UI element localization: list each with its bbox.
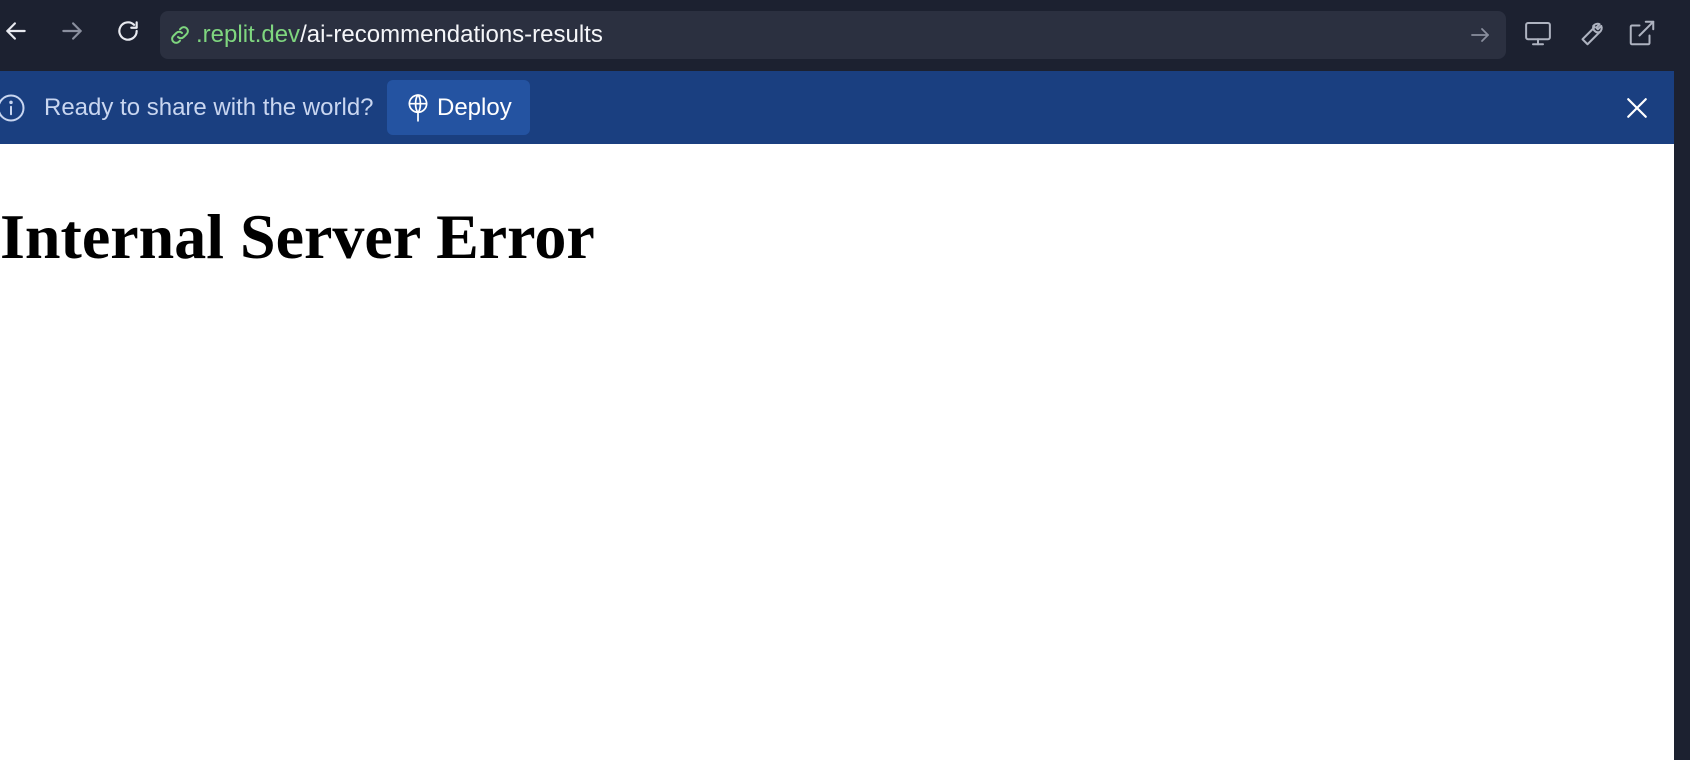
info-icon	[0, 94, 25, 122]
browser-toolbar: .replit.dev/ai-recommendations-results	[0, 0, 1690, 71]
devtools-button[interactable]	[1573, 16, 1607, 50]
deploy-icon	[408, 94, 428, 122]
monitor-icon	[1525, 22, 1551, 46]
deploy-button[interactable]: Deploy	[387, 80, 530, 135]
external-link-icon	[1629, 20, 1655, 46]
devices-button[interactable]	[1521, 16, 1555, 50]
banner-message: Ready to share with the world?	[44, 94, 374, 121]
forward-button[interactable]	[54, 13, 90, 49]
arrow-right-icon	[62, 22, 82, 40]
reload-icon	[118, 21, 138, 41]
deploy-label: Deploy	[437, 94, 512, 121]
arrow-left-icon	[6, 22, 26, 40]
go-arrow-icon[interactable]	[1468, 23, 1492, 47]
page-title: Internal Server Error	[0, 201, 595, 272]
close-icon[interactable]	[1622, 93, 1652, 123]
back-button[interactable]	[0, 13, 34, 49]
address-bar[interactable]: .replit.dev/ai-recommendations-results	[160, 11, 1506, 59]
wrench-icon	[1581, 22, 1603, 46]
reload-button[interactable]	[110, 13, 146, 49]
window-edge	[1674, 0, 1690, 760]
url-path: /ai-recommendations-results	[300, 21, 603, 48]
url-text[interactable]: .replit.dev/ai-recommendations-results	[196, 11, 603, 59]
open-external-button[interactable]	[1625, 16, 1659, 50]
link-icon	[171, 26, 189, 44]
url-domain: .replit.dev	[196, 21, 301, 48]
